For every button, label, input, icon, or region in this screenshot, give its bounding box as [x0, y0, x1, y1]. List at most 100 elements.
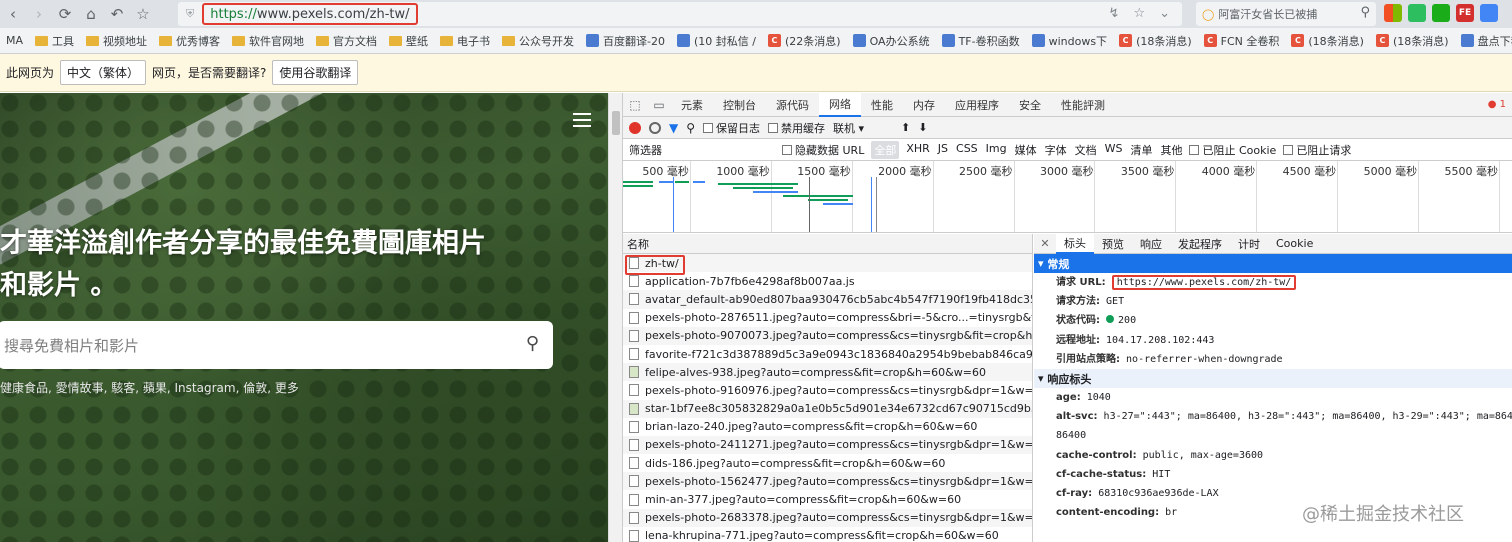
bookmark-item[interactable]: 壁纸 [383, 33, 434, 49]
bookmark-item[interactable]: C (22条消息) [762, 33, 847, 49]
inspect-icon[interactable]: ⬚ [623, 98, 647, 112]
wechat-icon[interactable] [1432, 4, 1450, 22]
bookmark-item[interactable]: MA [0, 34, 29, 47]
error-count-icon[interactable]: ● 1 [1488, 99, 1512, 110]
hide-data-url-checkbox[interactable]: 隐藏数据 URL [782, 142, 864, 158]
url-highlight[interactable]: https://www.pexels.com/zh-tw/ [202, 3, 418, 25]
home-icon[interactable]: ⌂ [78, 3, 104, 25]
bookmark-item[interactable]: C (18条消息) [1285, 33, 1370, 49]
request-row[interactable]: application-7b7fb6e4298af8b007aa.js [623, 272, 1032, 290]
bookmark-item[interactable]: 软件官网地 [226, 33, 310, 49]
devtools-tab[interactable]: 安全 [1009, 93, 1051, 117]
resource-type-filter[interactable]: 媒体 [1015, 142, 1037, 158]
fe-extension-icon[interactable]: FE [1456, 4, 1474, 22]
details-tab[interactable]: 响应 [1132, 234, 1170, 254]
address-bar[interactable]: ⛨ https://www.pexels.com/zh-tw/ ↯ ☆ ⌄ [178, 2, 1182, 26]
devtools-tab[interactable]: 元素 [671, 93, 713, 117]
details-tab[interactable]: 标头 [1056, 234, 1094, 254]
bookmark-item[interactable]: OA办公系统 [847, 33, 936, 49]
details-tab[interactable]: Cookie [1268, 234, 1321, 254]
filter-input-label[interactable]: 筛选器 [629, 142, 775, 158]
devtools-tab[interactable]: 源代码 [766, 93, 819, 117]
request-row[interactable]: pexels-photo-1562477.jpeg?auto=compress&… [623, 472, 1032, 491]
devtools-tab[interactable]: 控制台 [713, 93, 766, 117]
bookmark-item[interactable]: 官方文档 [310, 33, 383, 49]
request-row[interactable]: pexels-photo-9070073.jpeg?auto=compress&… [623, 326, 1032, 345]
throttle-select[interactable]: 联机 ▾ [833, 120, 893, 136]
resource-type-filter[interactable]: XHR [906, 142, 929, 158]
reload-icon[interactable]: ⟳ [52, 3, 78, 25]
bookmark-item[interactable]: 视频地址 [80, 33, 153, 49]
search-icon[interactable]: ⚲ [686, 121, 695, 135]
disable-cache-checkbox[interactable]: 禁用缓存 [768, 120, 825, 136]
record-icon[interactable] [629, 121, 641, 134]
search-icon[interactable]: ⚲ [1360, 5, 1370, 20]
bookmark-item[interactable]: C (18条消息) [1113, 33, 1198, 49]
request-row[interactable]: pexels-photo-9160976.jpeg?auto=compress&… [623, 381, 1032, 399]
blocked-requests-checkbox[interactable]: 已阻止请求 [1283, 142, 1351, 158]
request-row[interactable]: avatar_default-ab90ed807baa930476cb5abc4… [623, 290, 1032, 309]
google-translate-button[interactable]: 使用谷歌翻译 [272, 60, 359, 85]
request-row[interactable]: pexels-photo-2876511.jpeg?auto=compress&… [623, 309, 1032, 327]
request-row[interactable]: brian-lazo-240.jpeg?auto=compress&fit=cr… [623, 418, 1032, 436]
search-suggestions[interactable]: 健康食品, 愛情故事, 駭客, 蘋果, Instagram, 倫敦, 更多 [0, 379, 299, 396]
bookmark-item[interactable]: 盘点下我用 [1455, 33, 1512, 49]
filter-icon[interactable]: ▼ [669, 121, 678, 135]
back-icon[interactable]: ‹ [0, 3, 26, 25]
hamburger-menu-icon[interactable] [573, 113, 591, 127]
evernote-icon[interactable] [1408, 4, 1426, 22]
request-row[interactable]: dids-186.jpeg?auto=compress&fit=crop&h=6… [623, 454, 1032, 472]
clear-icon[interactable] [649, 121, 661, 134]
bookmark-item[interactable]: 公众号开发 [496, 33, 580, 49]
bookmark-item[interactable]: (10 封私信 / [671, 33, 762, 49]
page-scrollbar[interactable] [608, 93, 622, 542]
resource-type-filter[interactable]: CSS [956, 142, 978, 158]
resource-type-filter[interactable]: WS [1105, 142, 1123, 158]
bookmark-item[interactable]: 优秀博客 [153, 33, 226, 49]
request-row[interactable]: pexels-photo-2411271.jpeg?auto=compress&… [623, 435, 1032, 455]
devtools-tab[interactable]: 内存 [903, 93, 945, 117]
import-icon[interactable]: ⬆ [901, 121, 910, 134]
forward-icon[interactable]: › [26, 3, 52, 25]
photo-search-input[interactable]: 搜尋免費相片和影片 ⚲ [0, 321, 553, 369]
bookmark-item[interactable]: windows下 [1026, 33, 1113, 49]
bookmark-item[interactable]: 工具 [29, 33, 80, 49]
lightning-icon[interactable]: ↯ [1109, 6, 1120, 21]
resource-type-filter[interactable]: 其他 [1160, 142, 1182, 158]
download-extension-icon[interactable] [1480, 4, 1498, 22]
chevron-down-icon[interactable]: ⌄ [1159, 6, 1170, 21]
bookmark-item[interactable]: TF-卷积函数 [936, 33, 1026, 49]
star-icon[interactable]: ☆ [130, 3, 156, 25]
bookmark-item[interactable]: C (18条消息) [1370, 33, 1455, 49]
undo-icon[interactable]: ↶ [104, 3, 130, 25]
general-section-header[interactable]: ▾ 常规 [1034, 254, 1512, 273]
blocked-cookies-checkbox[interactable]: 已阻止 Cookie [1189, 142, 1276, 158]
request-row[interactable]: star-1bf7ee8c305832829a0a1e0b5c5d901e34e… [623, 399, 1032, 418]
request-row[interactable]: zh-tw/ [623, 254, 1032, 273]
resource-type-filter[interactable]: 字体 [1045, 142, 1067, 158]
language-select[interactable]: 中文（繁体） [60, 60, 147, 85]
details-tab[interactable]: 计时 [1230, 234, 1268, 254]
filter-all-button[interactable]: 全部 [871, 140, 900, 159]
details-tab[interactable]: 发起程序 [1170, 234, 1230, 254]
name-column-header[interactable]: 名称 [623, 234, 1032, 254]
export-icon[interactable]: ⬇ [918, 121, 927, 134]
devtools-tab[interactable]: 应用程序 [945, 93, 1009, 117]
request-row[interactable]: felipe-alves-938.jpeg?auto=compress&fit=… [623, 363, 1032, 382]
resource-type-filter[interactable]: 文档 [1075, 142, 1097, 158]
bookmark-item[interactable]: 电子书 [434, 33, 496, 49]
bookmark-star-icon[interactable]: ☆ [1133, 6, 1145, 21]
windows-icon[interactable] [1384, 4, 1402, 22]
request-row[interactable]: pexels-photo-2683378.jpeg?auto=compress&… [623, 508, 1032, 527]
resource-type-filter[interactable]: JS [938, 142, 948, 158]
devtools-tab[interactable]: 性能 [861, 93, 903, 117]
response-headers-section-header[interactable]: ▾ 响应标头 [1034, 369, 1512, 389]
search-engine-box[interactable]: ◯ 阿富汗女省长已被捕 ⚲ [1196, 2, 1376, 26]
request-row[interactable]: lena-khrupina-771.jpeg?auto=compress&fit… [623, 527, 1032, 542]
network-timeline[interactable]: 500 毫秒 1000 毫秒 1500 毫秒 2000 毫秒 2500 毫秒 3000 毫… [623, 161, 1512, 233]
resource-type-filter[interactable]: Img [986, 142, 1007, 158]
device-toggle-icon[interactable]: ▭ [647, 98, 671, 112]
devtools-tab[interactable]: 性能評測 [1051, 93, 1115, 117]
resource-type-filter[interactable]: 清单 [1130, 142, 1152, 158]
request-row[interactable]: min-an-377.jpeg?auto=compress&fit=crop&h… [623, 490, 1032, 508]
